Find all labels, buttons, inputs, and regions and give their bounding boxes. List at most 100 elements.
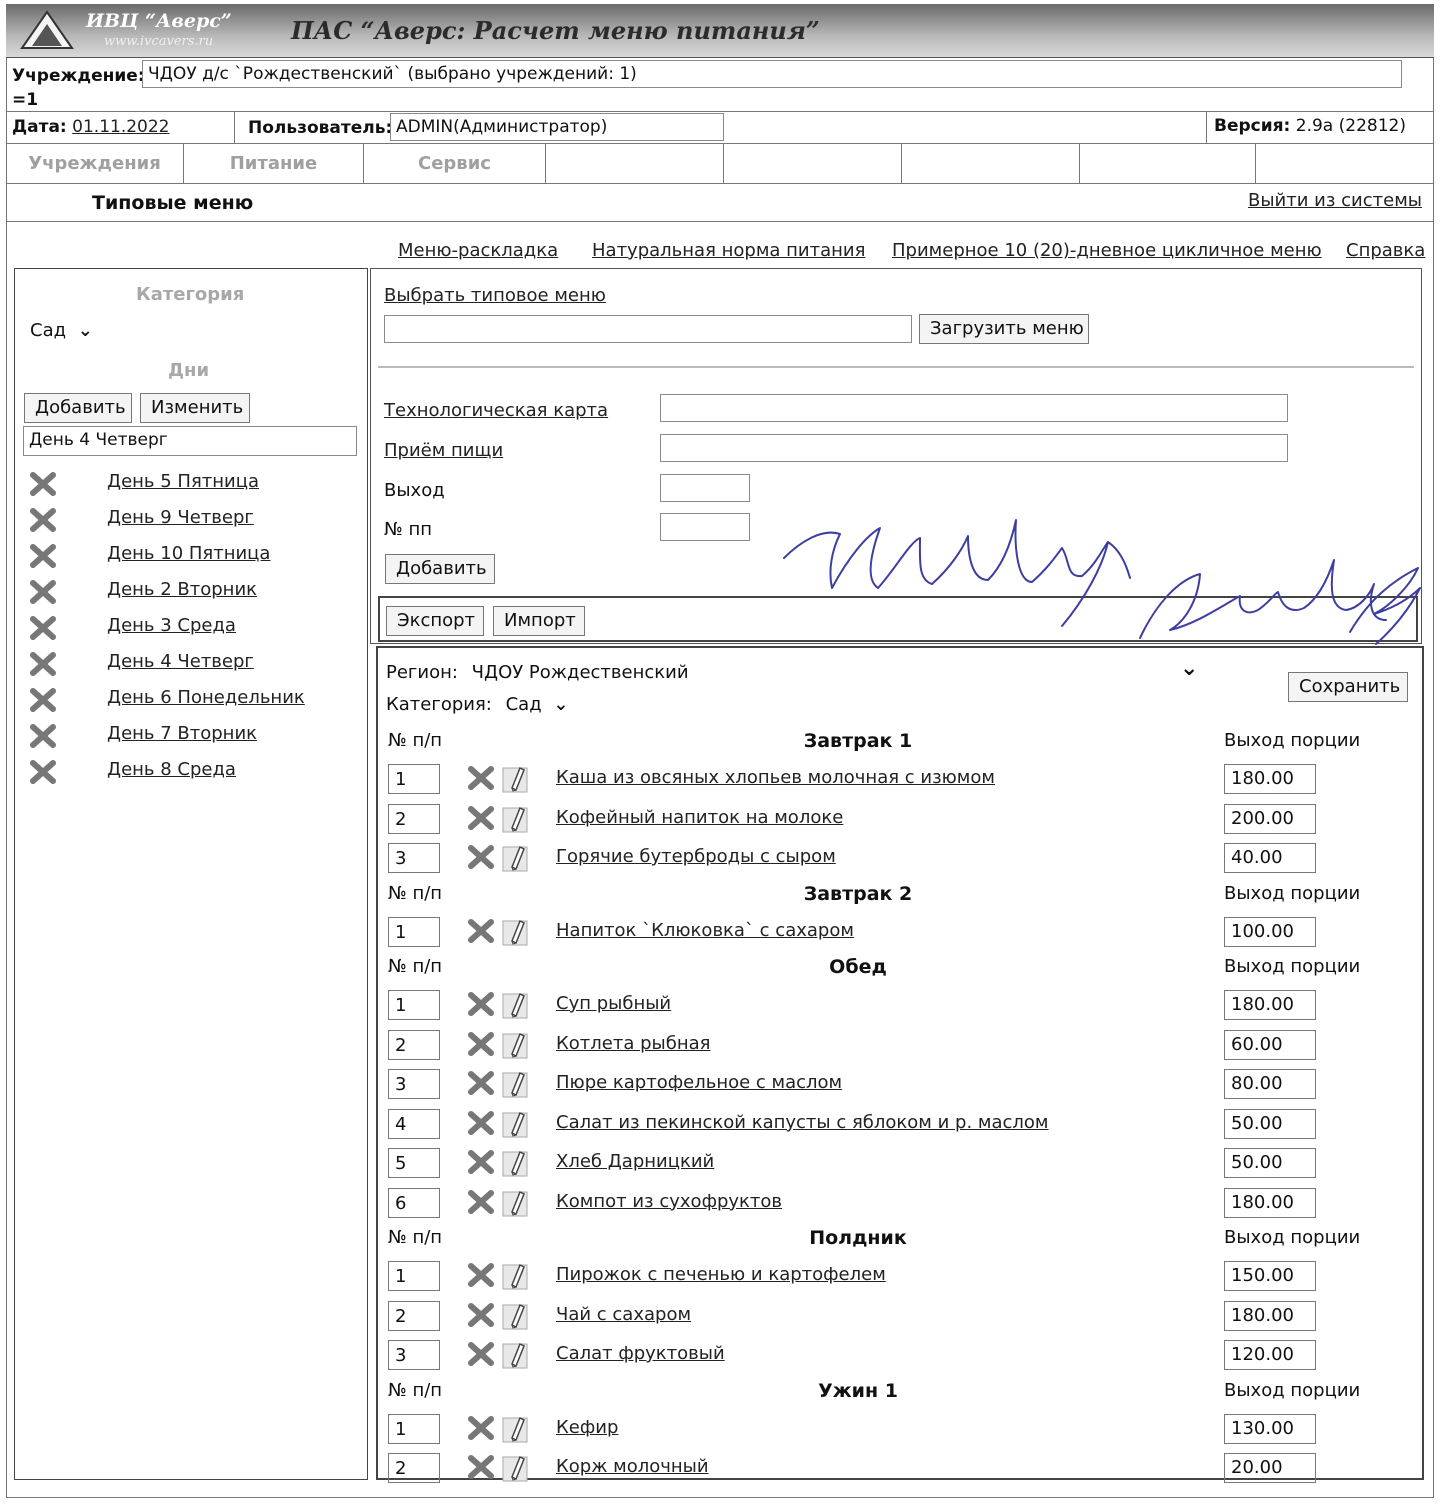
delete-icon[interactable] [468, 1150, 494, 1179]
logout-link[interactable]: Выйти из системы [1248, 190, 1422, 211]
delete-icon[interactable] [30, 760, 56, 784]
portion-output-input[interactable]: 180.00 [1224, 1300, 1316, 1331]
delete-icon[interactable] [30, 688, 56, 712]
row-number-input[interactable]: 2 [388, 1453, 440, 1483]
date-value[interactable]: 01.11.2022 [72, 117, 169, 137]
delete-icon[interactable] [30, 508, 56, 532]
dish-link[interactable]: Корж молочный [556, 1456, 709, 1477]
dish-link[interactable]: Хлеб Дарницкий [556, 1151, 714, 1172]
menu-input[interactable] [384, 315, 912, 343]
portion-output-input[interactable]: 120.00 [1224, 1340, 1316, 1370]
delete-icon[interactable] [468, 845, 494, 874]
portion-output-input[interactable]: 80.00 [1224, 1069, 1316, 1099]
portion-output-input[interactable]: 20.00 [1224, 1453, 1316, 1483]
delete-icon[interactable] [468, 918, 494, 948]
edit-icon[interactable] [502, 1340, 530, 1375]
meal-link[interactable]: Приём пищи [384, 440, 503, 461]
edit-icon[interactable] [502, 1148, 530, 1183]
portion-output-input[interactable]: 150.00 [1224, 1261, 1316, 1291]
delete-icon[interactable] [30, 724, 56, 748]
dish-link[interactable]: Пирожок с печенью и картофелем [556, 1264, 886, 1285]
row-number-input[interactable]: 1 [388, 916, 440, 947]
delete-icon[interactable] [468, 1263, 494, 1292]
edit-icon[interactable] [502, 1109, 530, 1144]
edit-day-button[interactable]: Изменить [140, 393, 250, 423]
add-day-button[interactable]: Добавить [24, 393, 132, 423]
export-button[interactable]: Экспорт [386, 606, 484, 636]
row-number-input[interactable]: 2 [388, 1029, 440, 1060]
row-number-input[interactable]: 5 [388, 1148, 440, 1178]
institution-field[interactable]: ЧДОУ д/с `Рождественский` (выбрано учреж… [142, 60, 1402, 88]
day-link[interactable]: День 3 Среда [107, 615, 236, 636]
row-number-input[interactable]: 1 [388, 1261, 440, 1291]
dish-link[interactable]: Чай с сахаром [556, 1304, 691, 1325]
dish-link[interactable]: Компот из сухофруктов [556, 1191, 782, 1212]
row-number-input[interactable]: 6 [388, 1187, 440, 1218]
row-number-input[interactable]: 1 [388, 1413, 440, 1444]
edit-icon[interactable] [502, 843, 530, 878]
nav-institutions[interactable]: Учреждения [6, 144, 184, 184]
delete-icon[interactable] [30, 472, 56, 496]
day-link[interactable]: День 5 Пятница [107, 471, 259, 492]
portion-output-input[interactable]: 130.00 [1224, 1413, 1316, 1444]
tech-card-input[interactable] [660, 394, 1288, 422]
dish-link[interactable]: Горячие бутерброды с сыром [556, 846, 836, 867]
portion-output-input[interactable]: 60.00 [1224, 1029, 1316, 1060]
delete-icon[interactable] [468, 1031, 494, 1061]
delete-icon[interactable] [468, 1415, 494, 1445]
delete-icon[interactable] [30, 652, 56, 676]
portion-output-input[interactable]: 50.00 [1224, 1148, 1316, 1178]
edit-icon[interactable] [502, 1188, 530, 1223]
delete-icon[interactable] [468, 1455, 494, 1484]
portion-output-input[interactable]: 180.00 [1224, 764, 1316, 794]
add-item-button[interactable]: Добавить [385, 554, 495, 584]
dish-link[interactable]: Суп рыбный [556, 993, 671, 1014]
link-natural-norm[interactable]: Натуральная норма питания [592, 240, 865, 261]
nav-nutrition[interactable]: Питание [184, 144, 364, 184]
delete-icon[interactable] [30, 616, 56, 640]
dish-link[interactable]: Кефир [556, 1417, 618, 1438]
edit-icon[interactable] [502, 804, 530, 839]
row-number-input[interactable]: 3 [388, 1340, 440, 1370]
dish-link[interactable]: Каша из овсяных хлопьев молочная с изюмо… [556, 767, 995, 788]
load-menu-button[interactable]: Загрузить меню [919, 314, 1089, 344]
day-link[interactable]: День 8 Среда [107, 759, 236, 780]
dish-link[interactable]: Котлета рыбная [556, 1033, 710, 1054]
dish-link[interactable]: Напиток `Клюковка` с сахаром [556, 920, 854, 941]
delete-icon[interactable] [30, 580, 56, 604]
portion-output-input[interactable]: 180.00 [1224, 1187, 1316, 1218]
delete-icon[interactable] [468, 1189, 494, 1219]
category-select[interactable]: Сад ⌄ [30, 320, 93, 341]
row-number-input[interactable]: 2 [388, 803, 440, 834]
choose-menu-link[interactable]: Выбрать типовое меню [384, 285, 606, 306]
portion-output-input[interactable]: 40.00 [1224, 843, 1316, 873]
day-link[interactable]: День 7 Вторник [107, 723, 257, 744]
dish-link[interactable]: Салат фруктовый [556, 1343, 725, 1364]
chevron-down-icon[interactable]: ⌄ [1180, 656, 1198, 681]
nav-service[interactable]: Сервис [364, 144, 546, 184]
edit-icon[interactable] [502, 917, 530, 952]
edit-icon[interactable] [502, 1414, 530, 1449]
day-link[interactable]: День 4 Четверг [107, 651, 254, 672]
row-number-input[interactable]: 3 [388, 1069, 440, 1099]
dish-link[interactable]: Кофейный напиток на молоке [556, 807, 843, 828]
delete-icon[interactable] [468, 1110, 494, 1140]
day-link[interactable]: День 2 Вторник [107, 579, 257, 600]
day-link[interactable]: День 9 Четверг [107, 507, 254, 528]
edit-icon[interactable] [502, 1453, 530, 1488]
save-button[interactable]: Сохранить [1288, 672, 1408, 702]
edit-icon[interactable] [502, 1261, 530, 1296]
import-button[interactable]: Импорт [493, 606, 585, 636]
delete-icon[interactable] [468, 1342, 494, 1371]
dish-link[interactable]: Салат из пекинской капусты с яблоком и р… [556, 1112, 1049, 1133]
output-input[interactable] [660, 474, 750, 502]
meal-input[interactable] [660, 434, 1288, 462]
delete-icon[interactable] [468, 992, 494, 1021]
row-number-input[interactable]: 3 [388, 843, 440, 873]
row-number-input[interactable]: 2 [388, 1300, 440, 1331]
portion-output-input[interactable]: 180.00 [1224, 990, 1316, 1020]
menu-category-block[interactable]: Категория: Сад ⌄ [386, 694, 568, 715]
day-link[interactable]: День 10 Пятница [107, 543, 270, 564]
edit-icon[interactable] [502, 1069, 530, 1104]
link-menu-layout[interactable]: Меню-раскладка [398, 240, 558, 261]
